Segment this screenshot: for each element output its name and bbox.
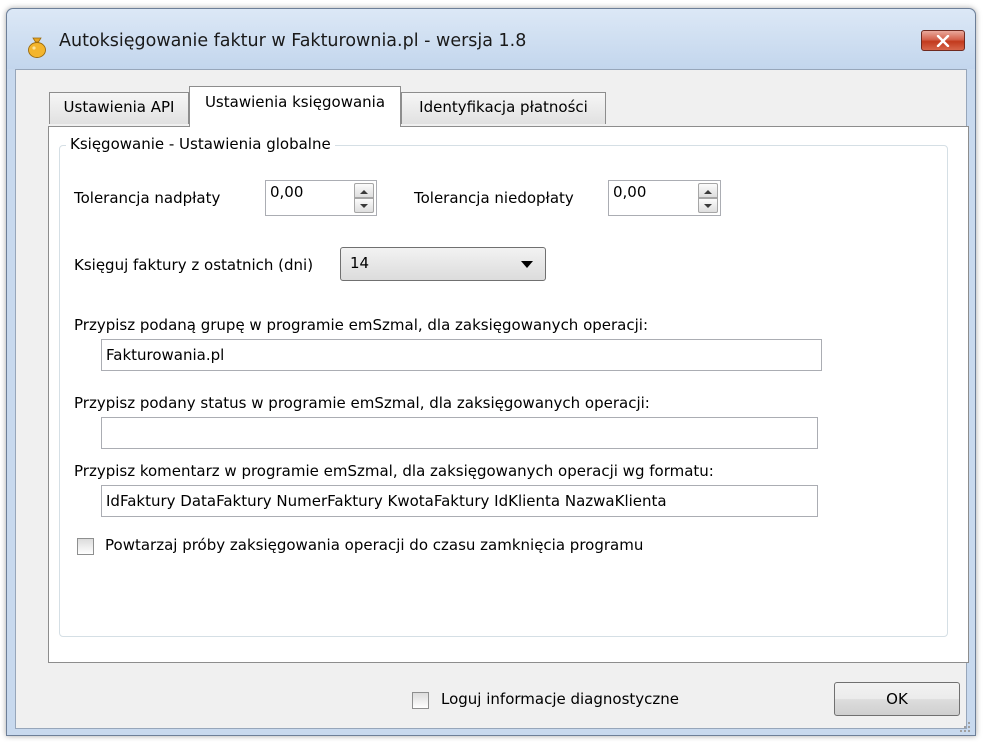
close-button[interactable] bbox=[921, 30, 965, 51]
tab-accounting-settings[interactable]: Ustawienia księgowania bbox=[189, 86, 401, 127]
days-dropdown[interactable]: 14 bbox=[340, 247, 546, 281]
chevron-down-icon bbox=[360, 204, 368, 208]
underpay-spin bbox=[698, 183, 718, 213]
underpay-tolerance-label: Tolerancja niedopłaty bbox=[414, 189, 574, 207]
money-bag-icon bbox=[28, 37, 46, 58]
ok-button[interactable]: OK bbox=[834, 682, 960, 716]
diagnostics-label: Loguj informacje diagnostyczne bbox=[441, 690, 680, 708]
days-selected-value: 14 bbox=[350, 254, 370, 272]
title-bar[interactable]: Autoksięgowanie faktur w Fakturownia.pl … bbox=[7, 9, 975, 69]
overpay-tolerance-value: 0,00 bbox=[270, 183, 304, 201]
overpay-spin bbox=[354, 183, 374, 213]
close-icon bbox=[936, 34, 950, 47]
chevron-down-icon bbox=[704, 204, 712, 208]
group-assign-input[interactable]: Fakturowania.pl bbox=[101, 339, 822, 371]
overpay-increase-button[interactable] bbox=[354, 183, 374, 198]
overpay-tolerance-label: Tolerancja nadpłaty bbox=[74, 189, 221, 207]
tab-api-settings[interactable]: Ustawienia API bbox=[49, 92, 189, 124]
chevron-up-icon bbox=[360, 190, 368, 194]
underpay-increase-button[interactable] bbox=[698, 183, 718, 198]
retry-checkbox[interactable] bbox=[77, 538, 94, 555]
resize-grip-icon[interactable] bbox=[958, 720, 972, 734]
days-label: Księguj faktury z ostatnich (dni) bbox=[74, 256, 314, 274]
comment-assign-label: Przypisz komentarz w programie emSzmal, … bbox=[74, 462, 714, 480]
global-settings-legend: Księgowanie - Ustawienia globalne bbox=[66, 135, 335, 153]
group-assign-label: Przypisz podaną grupę w programie emSzma… bbox=[74, 316, 649, 334]
comment-assign-input[interactable]: IdFaktury DataFaktury NumerFaktury Kwota… bbox=[101, 485, 818, 517]
underpay-tolerance-value: 0,00 bbox=[613, 183, 647, 201]
chevron-down-icon bbox=[521, 261, 533, 268]
tab-payment-identification[interactable]: Identyfikacja płatności bbox=[401, 92, 606, 124]
diagnostics-checkbox[interactable] bbox=[412, 692, 429, 709]
overpay-tolerance-stepper[interactable]: 0,00 bbox=[265, 180, 377, 216]
chevron-up-icon bbox=[704, 190, 712, 194]
global-settings-groupbox bbox=[59, 145, 948, 637]
window-title: Autoksięgowanie faktur w Fakturownia.pl … bbox=[59, 31, 527, 51]
overpay-decrease-button[interactable] bbox=[354, 198, 374, 213]
retry-label: Powtarzaj próby zaksięgowania operacji d… bbox=[105, 536, 644, 554]
underpay-decrease-button[interactable] bbox=[698, 198, 718, 213]
status-assign-input[interactable] bbox=[101, 417, 818, 449]
underpay-tolerance-stepper[interactable]: 0,00 bbox=[608, 180, 721, 216]
status-assign-label: Przypisz podany status w programie emSzm… bbox=[74, 394, 650, 412]
